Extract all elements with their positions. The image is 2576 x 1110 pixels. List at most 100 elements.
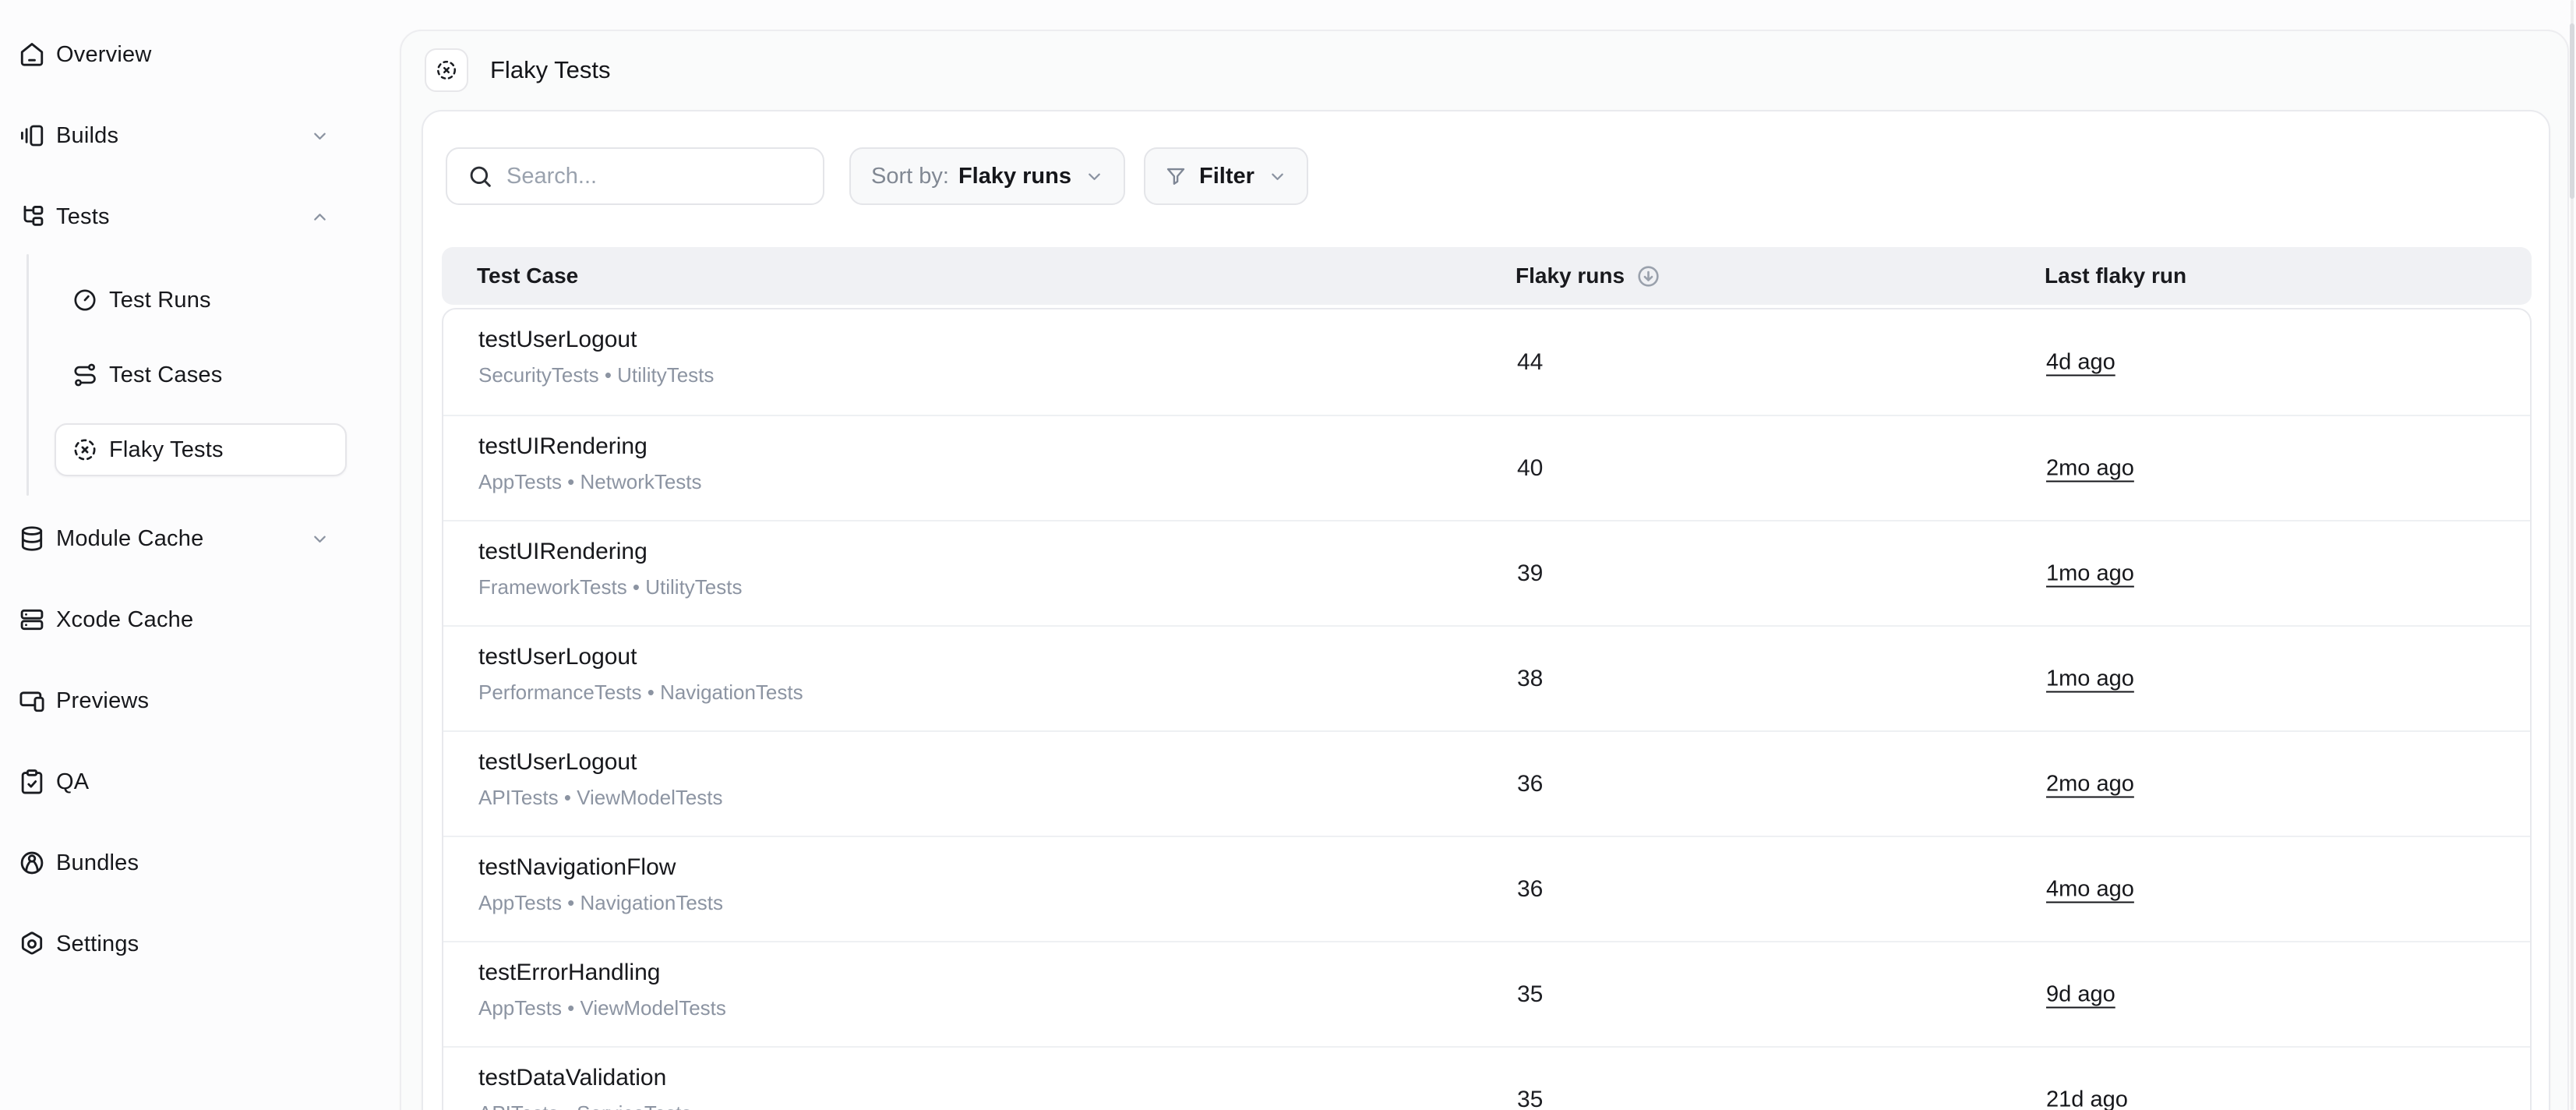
database-icon [18,525,46,553]
page-title: Flaky Tests [490,56,610,84]
last-flaky-run-link[interactable]: 1mo ago [2046,666,2134,691]
sidebar-item-module-cache[interactable]: Module Cache [0,498,347,579]
table-row[interactable]: testUIRendering AppTests • NetworkTests … [443,415,2530,520]
server-icon [18,606,46,634]
flaky-runs-value: 35 [1517,1087,1543,1110]
column-header-flaky-runs[interactable]: Flaky runs [1516,247,1661,305]
test-case-cell: testUserLogout APITests • ViewModelTests [478,749,723,810]
flaky-runs-value: 36 [1517,771,1543,797]
test-case-cell: testNavigationFlow AppTests • Navigation… [478,854,723,915]
flaky-runs-value: 36 [1517,876,1543,903]
route-icon [72,362,98,388]
chevron-up-icon [309,207,330,228]
table-row[interactable]: testNavigationFlow AppTests • Navigation… [443,836,2530,941]
sidebar: Overview Builds Tests Test Runs Test Cas… [0,0,400,1110]
test-case-cell: testUserLogout SecurityTests • UtilityTe… [478,327,714,387]
table-body: testUserLogout SecurityTests • UtilityTe… [442,308,2532,1110]
chevron-down-icon [309,528,330,550]
column-header-last-flaky-run: Last flaky run [2045,247,2186,305]
devices-icon [18,687,46,715]
breadcrumb: Flaky Tests [425,48,610,92]
last-flaky-run-link[interactable]: 1mo ago [2046,560,2134,586]
sidebar-item-label: Settings [56,931,139,957]
table-row[interactable]: testErrorHandling AppTests • ViewModelTe… [443,941,2530,1046]
last-flaky-run-link[interactable]: 2mo ago [2046,455,2134,481]
test-name: testUserLogout [478,644,803,670]
test-suites: FrameworkTests • UtilityTests [478,575,742,599]
submenu-indent-line [26,254,29,496]
search-input[interactable] [506,164,803,189]
test-case-cell: testUIRendering AppTests • NetworkTests [478,433,702,494]
last-flaky-run-link[interactable]: 4d ago [2046,349,2115,375]
bundle-icon [18,849,46,877]
sidebar-item-label: QA [56,769,89,795]
sort-by-value: Flaky runs [958,164,1071,189]
flaky-runs-value: 39 [1517,560,1543,587]
main-panel: Flaky Tests Sort by: Flaky runs Filter T… [400,30,2569,1110]
test-case-cell: testErrorHandling AppTests • ViewModelTe… [478,960,726,1020]
flaky-runs-value: 40 [1517,455,1543,482]
sidebar-item-previews[interactable]: Previews [0,660,347,741]
sidebar-item-label: Builds [56,123,118,149]
sidebar-item-qa[interactable]: QA [0,741,347,822]
tests-submenu: Test Runs Test Cases Flaky Tests [0,257,400,476]
column-header-label: Flaky runs [1516,247,1625,305]
test-suites: APITests • ServiceTests [478,1101,692,1110]
test-name: testErrorHandling [478,960,726,986]
sidebar-item-label: Bundles [56,850,139,876]
last-flaky-run-link[interactable]: 21d ago [2046,1087,2128,1110]
sort-by-dropdown[interactable]: Sort by: Flaky runs [849,147,1125,205]
last-flaky-run-link[interactable]: 9d ago [2046,981,2115,1007]
chevron-down-icon [309,125,330,147]
table-row[interactable]: testUserLogout SecurityTests • UtilityTe… [443,309,2530,415]
test-case-cell: testUserLogout PerformanceTests • Naviga… [478,644,803,705]
search-icon [468,164,493,189]
last-flaky-run-link[interactable]: 2mo ago [2046,771,2134,797]
sidebar-item-label: Overview [56,42,151,68]
sort-descending-icon [1636,263,1661,289]
test-name: testUIRendering [478,433,702,460]
sidebar-item-label: Tests [56,204,110,230]
test-case-cell: testUIRendering FrameworkTests • Utility… [478,539,742,599]
test-name: testDataValidation [478,1065,692,1091]
sidebar-item-settings[interactable]: Settings [0,903,347,985]
flaky-runs-value: 38 [1517,666,1543,692]
sidebar-item-test-cases[interactable]: Test Cases [55,348,347,401]
flaky-circle-icon [435,58,458,82]
chevron-down-icon [1267,166,1288,187]
sidebar-item-label: Xcode Cache [56,607,193,633]
sidebar-item-overview[interactable]: Overview [0,14,347,95]
sidebar-item-xcode-cache[interactable]: Xcode Cache [0,579,347,660]
sidebar-item-label: Previews [56,688,149,714]
table-row[interactable]: testUserLogout PerformanceTests • Naviga… [443,625,2530,730]
test-suites: PerformanceTests • NavigationTests [478,680,803,705]
sidebar-item-label: Test Runs [109,288,211,313]
tests-tree-icon [18,203,46,231]
chevron-down-icon [1084,166,1105,187]
test-suites: AppTests • ViewModelTests [478,996,726,1020]
sidebar-item-label: Module Cache [56,526,203,552]
table-row[interactable]: testUserLogout APITests • ViewModelTests… [443,730,2530,836]
breadcrumb-icon-box [425,48,468,92]
filter-funnel-icon [1164,164,1187,188]
sidebar-item-label: Test Cases [109,362,222,388]
scrollbar-thumb[interactable] [2570,23,2574,199]
flaky-runs-value: 44 [1517,349,1543,376]
sidebar-item-flaky-tests[interactable]: Flaky Tests [55,423,347,476]
sidebar-item-test-runs[interactable]: Test Runs [55,274,347,327]
test-suites: APITests • ViewModelTests [478,786,723,810]
test-name: testUIRendering [478,539,742,565]
test-suites: AppTests • NavigationTests [478,891,723,915]
flaky-runs-value: 35 [1517,981,1543,1008]
sidebar-item-bundles[interactable]: Bundles [0,822,347,903]
clipboard-check-icon [18,768,46,796]
sidebar-item-tests[interactable]: Tests [0,176,347,257]
sidebar-item-builds[interactable]: Builds [0,95,347,176]
search-box[interactable] [446,147,824,205]
home-icon [18,41,46,69]
table-row[interactable]: testDataValidation APITests • ServiceTes… [443,1046,2530,1110]
test-name: testUserLogout [478,749,723,776]
filter-dropdown[interactable]: Filter [1144,147,1308,205]
table-row[interactable]: testUIRendering FrameworkTests • Utility… [443,520,2530,625]
last-flaky-run-link[interactable]: 4mo ago [2046,876,2134,902]
